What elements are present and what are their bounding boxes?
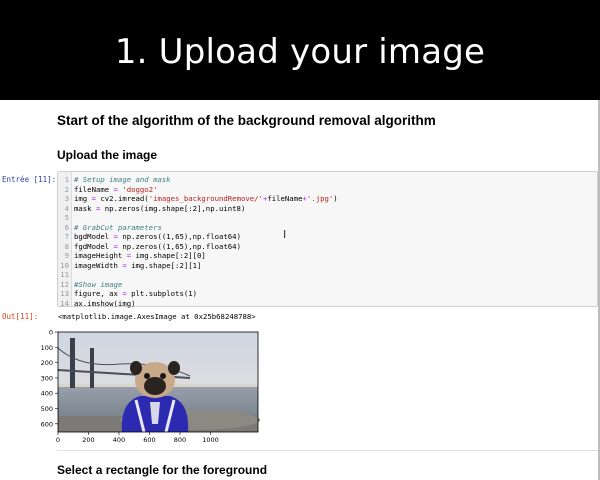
x-tick-label: 800: [174, 436, 186, 443]
line-number: 8: [64, 241, 69, 251]
line-number: 14: [60, 298, 69, 308]
y-tick-label: 300: [41, 374, 53, 382]
code-line: 2 fileName = 'doggo2': [58, 185, 338, 195]
code-line: 3 img = cv2.imread('images_backgroundRemo…: [58, 194, 338, 204]
code-token: bgdModel: [74, 232, 114, 241]
line-number: 2: [64, 184, 69, 194]
photo: [57, 332, 260, 433]
notebook-page[interactable]: Start of the algorithm of the background…: [0, 100, 600, 480]
code-token: mask: [74, 203, 96, 213]
x-tick-label: 0: [56, 436, 60, 443]
line-number: 6: [64, 222, 69, 232]
line-number: 3: [64, 194, 69, 203]
code-token: fileName: [267, 194, 303, 203]
code-token: img: [74, 194, 92, 203]
x-tick-label: 400: [113, 436, 125, 443]
code-token: fileName: [74, 184, 114, 194]
code-cell[interactable]: 1 # Setup image and mask 2 fileName = 'dogg…: [57, 171, 598, 309]
code-token: np.zeros(img.shape[:2],np.uint8): [100, 203, 246, 213]
banner-title: 1. Upload your image: [114, 32, 486, 72]
notebook-body: Start of the algorithm of the background…: [0, 100, 598, 480]
code-token: '.jpg': [306, 194, 334, 203]
y-axis: 0 100 200 300 400 500 600: [41, 329, 58, 428]
y-tick-label: 500: [41, 405, 53, 413]
next-section-heading: Select a rectangle for the foreground: [57, 463, 268, 477]
code-token: cv2.imread(: [95, 194, 149, 203]
code-token: imageWidth: [74, 260, 123, 270]
code-line: 4 mask = np.zeros(img.shape[:2],np.uint8): [58, 204, 338, 214]
line-number: 11: [60, 270, 69, 279]
code-line: 8 fgdModel = np.zeros((1,65),np.float64): [58, 242, 338, 252]
line-number: 13: [60, 289, 69, 298]
line-number: 1: [64, 175, 69, 184]
code-line: 12 #Show image: [58, 280, 338, 290]
code-token: plt.subplots(1): [126, 289, 198, 298]
line-number: 12: [60, 279, 69, 289]
code-line: 13 figure, ax = plt.subplots(1): [58, 289, 338, 299]
y-tick-label: 100: [41, 344, 53, 352]
y-tick-label: 400: [41, 390, 53, 398]
y-tick-label: 0: [49, 329, 53, 337]
line-number: 7: [64, 232, 69, 241]
x-axis: 0 200 400 600 800 1000: [56, 432, 219, 443]
code-line: 10 imageWidth = img.shape[:2][1]: [58, 261, 338, 271]
y-tick-label: 600: [41, 420, 53, 428]
code-token: np.zeros((1,65),np.float64): [117, 232, 241, 241]
code-line: 11: [58, 270, 338, 280]
title-banner: 1. Upload your image: [0, 0, 600, 100]
cell-divider: [57, 450, 598, 451]
code-token: # GrabCut parameters: [74, 222, 162, 232]
output-text: <matplotlib.image.AxesImage at 0x25b6824…: [58, 312, 256, 321]
code-editor[interactable]: 1 # Setup image and mask 2 fileName = 'dogg…: [58, 175, 338, 309]
code-token: #Show image: [74, 279, 123, 289]
code-line: 9 imageHeight = img.shape[:2][0]: [58, 251, 338, 261]
code-token: fgdModel: [74, 241, 114, 251]
y-tick-label: 200: [41, 359, 53, 367]
x-tick-label: 1000: [202, 436, 219, 443]
code-token: img.shape[:2][0]: [131, 251, 206, 260]
code-line: 6 # GrabCut parameters: [58, 223, 338, 233]
code-token: # Setup image and mask: [74, 175, 171, 184]
code-token: imageHeight: [74, 251, 127, 260]
text-cursor-icon: I: [283, 228, 287, 241]
code-token: ): [333, 194, 338, 203]
x-tick-label: 200: [82, 436, 94, 443]
code-token: np.zeros((1,65),np.float64): [117, 241, 241, 251]
line-number: 4: [64, 203, 69, 213]
line-number: 10: [60, 260, 69, 270]
code-line: 7 bgdModel = np.zeros((1,65),np.float64): [58, 232, 338, 242]
code-line: 5: [58, 213, 338, 223]
code-line: 14 ax.imshow(img): [58, 299, 338, 309]
image-plot: 0 100 200 300 400 500 600 0 200 400 600 800 1000: [41, 329, 260, 443]
output-prompt: Out[11]:: [2, 312, 39, 321]
code-token: 'doggo2': [117, 184, 158, 194]
input-prompt: Entrée [11]:: [2, 175, 57, 184]
code-token: 'images_backgroundRemove/': [148, 194, 263, 203]
section-heading: Start of the algorithm of the background…: [57, 113, 436, 128]
code-token: figure, ax: [74, 289, 123, 298]
code-line: 1 # Setup image and mask: [58, 175, 338, 185]
line-number: 9: [64, 251, 69, 260]
subsection-heading: Upload the image: [57, 148, 158, 162]
x-tick-label: 600: [143, 436, 155, 443]
code-token: img.shape[:2][1]: [126, 260, 202, 270]
line-number: 5: [64, 213, 69, 222]
code-token: ax.imshow(img): [74, 298, 136, 308]
